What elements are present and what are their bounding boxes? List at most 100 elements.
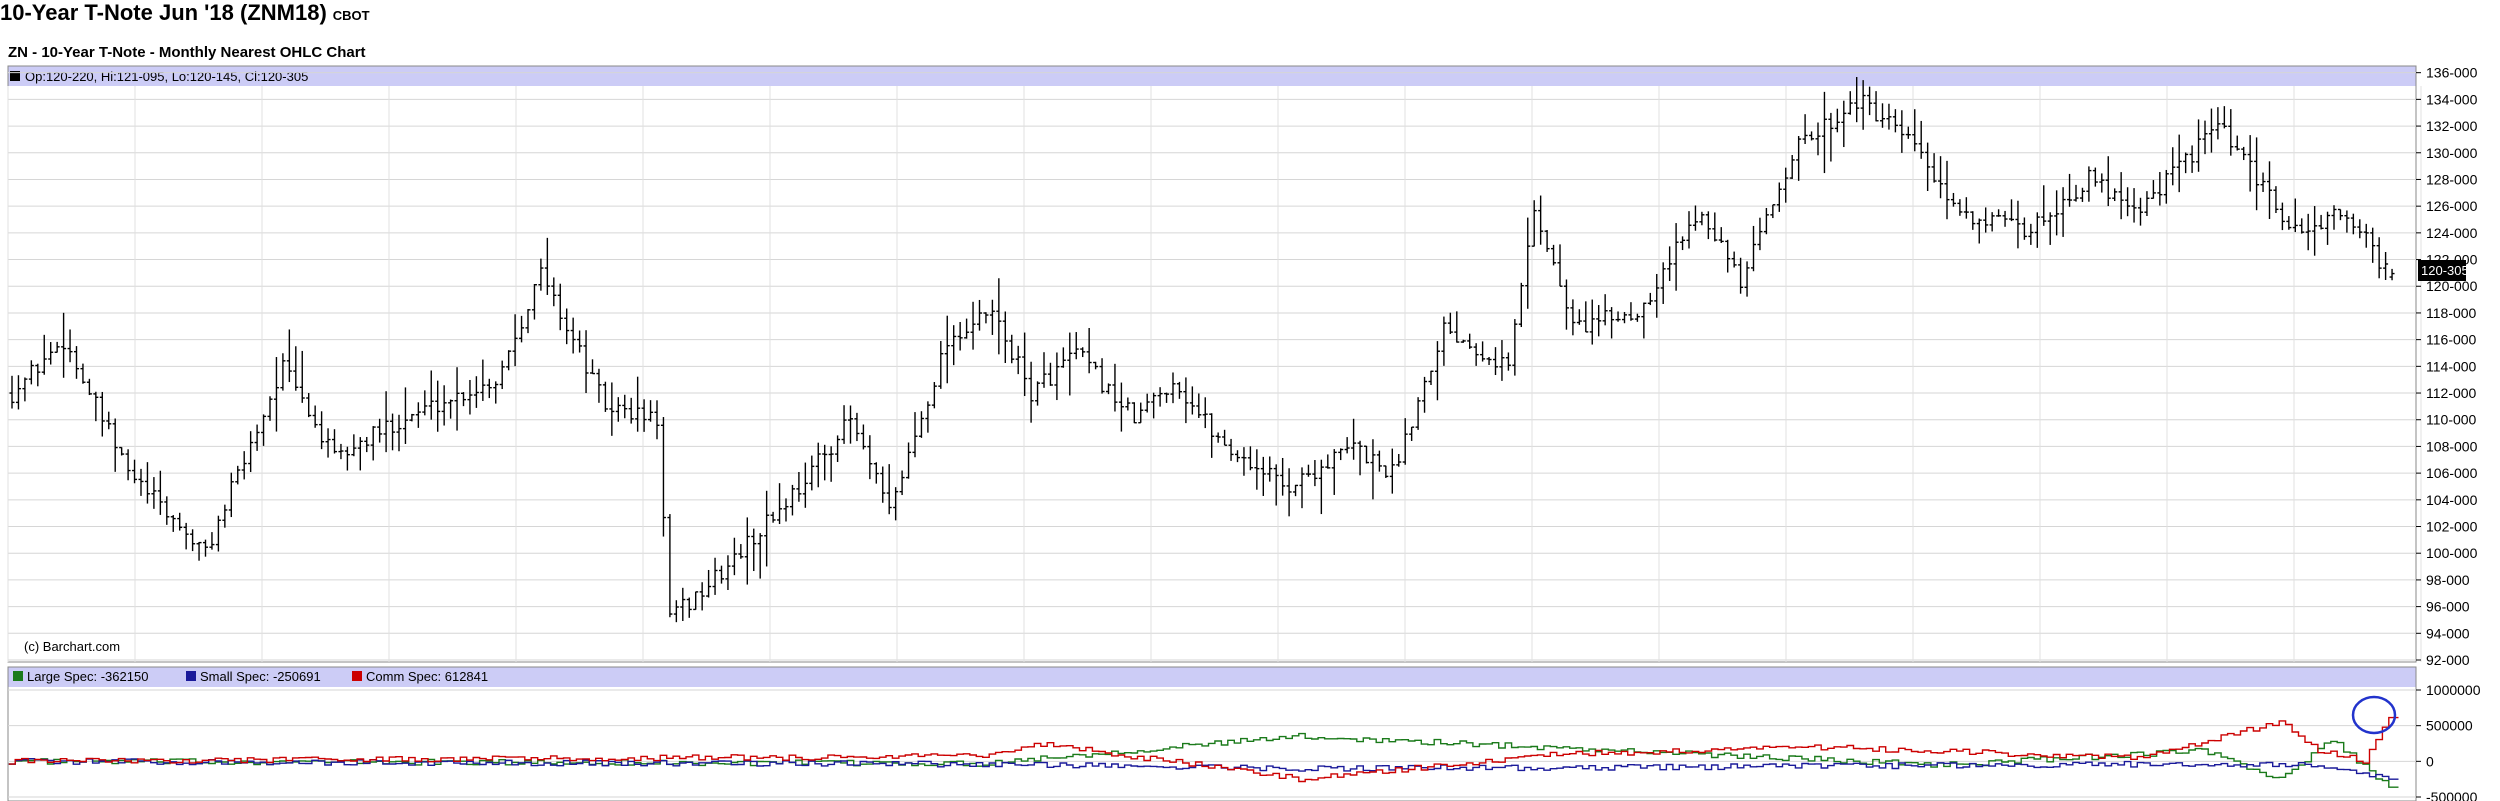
ohlc-bar (660, 417, 666, 537)
ohlc-bar (293, 346, 299, 391)
ohlc-bar (15, 375, 21, 410)
ohlc-bar (306, 393, 312, 418)
ohlc-bar (2318, 214, 2324, 230)
ohlc-bar (1899, 110, 1905, 153)
ohlc-bar (132, 459, 138, 484)
ohlc-bar (519, 315, 525, 343)
ohlc-bar (2196, 119, 2202, 172)
price-tick-label: 96-000 (2426, 599, 2470, 615)
ohlc-bar (706, 569, 712, 598)
ohlc-bar (2383, 251, 2389, 280)
ohlc-bar (938, 341, 944, 389)
ohlc-bar (351, 434, 357, 457)
ohlc-bar (570, 317, 576, 354)
price-tick-label: 104-000 (2426, 492, 2478, 508)
ohlc-bar (2067, 173, 2073, 207)
ohlc-bar (28, 360, 34, 385)
ohlc-bar (2376, 237, 2382, 279)
ohlc-bar (1983, 207, 1989, 233)
ohlc-bar (918, 411, 924, 438)
ohlc-bar (841, 405, 847, 444)
ohlc-bar (2221, 106, 2227, 129)
ohlc-bar (1041, 352, 1047, 388)
ohlc-bar (1376, 450, 1382, 472)
ohlc-bar (880, 466, 886, 503)
ohlc-bar (344, 446, 350, 471)
ohlc-bar (248, 431, 254, 473)
cot-axis: 1000000 500000 0 -500000 (2416, 682, 2481, 801)
ohlc-bar (454, 367, 460, 431)
ohlc-bar (757, 533, 763, 579)
ohlc-bar (1512, 319, 1518, 376)
ohlc-bar (1589, 299, 1595, 345)
ohlc-bar (1286, 468, 1292, 517)
ohlc-bar (970, 301, 976, 350)
cot-tick-label: -500000 (2426, 789, 2478, 801)
price-tick-label: 106-000 (2426, 465, 2478, 481)
ohlc-bar (22, 377, 28, 402)
ohlc-bar (357, 437, 363, 471)
ohlc-bar (2357, 219, 2363, 239)
ohlc-bar (1957, 199, 1963, 216)
ohlc-bar (170, 515, 176, 532)
ohlc-bar (1789, 155, 1795, 179)
ohlc-bar (1505, 352, 1511, 371)
ohlc-bar (9, 375, 15, 409)
ohlc-bar (125, 449, 131, 481)
ohlc-bar (222, 504, 228, 528)
ohlc-bar (254, 424, 260, 451)
ohlc-bar (1938, 156, 1944, 199)
ohlc-bar (1486, 356, 1492, 366)
ohlc-bar (157, 470, 163, 515)
ohlc-bar (1215, 432, 1221, 443)
ohlc-bar (1821, 91, 1827, 174)
ohlc-bar (325, 428, 331, 458)
ohlc-bar (596, 368, 602, 403)
ohlc-bar (1125, 397, 1131, 411)
ohlc-bar (1318, 459, 1324, 515)
ohlc-bar (1744, 261, 1750, 297)
ohlc-bar (2125, 187, 2131, 217)
ohlc-bar (61, 312, 67, 378)
ohlc-bar (2189, 145, 2195, 173)
ohlc-bar (1422, 376, 1428, 413)
ohlc-bar (1112, 363, 1118, 412)
ohlc-bar (2279, 202, 2285, 231)
cot-tick-label: 0 (2426, 753, 2434, 769)
ohlc-bar (2363, 223, 2369, 248)
ohlc-bar (1331, 449, 1337, 495)
price-tick-label: 92-000 (2426, 652, 2470, 668)
ohlc-bar (370, 426, 376, 461)
ohlc-bar (822, 444, 828, 481)
ohlc-bar (1415, 397, 1421, 430)
ohlc-bar (2009, 199, 2014, 222)
ohlc-bar (1099, 358, 1105, 394)
ohlc-bar (1022, 332, 1028, 397)
ohlc-bar (1106, 383, 1111, 395)
ohlc-bar (2273, 186, 2279, 214)
ohlc-bar (2150, 180, 2156, 199)
ohlc-bar (1860, 80, 1866, 130)
ohlc-bar (2183, 152, 2189, 174)
ohlc-bar (461, 392, 466, 407)
ohlc-bar (1060, 347, 1066, 368)
ohlc-bar (364, 436, 370, 453)
ohlc-bar (854, 412, 860, 442)
ohlc-bar (996, 278, 1002, 355)
ohlc-bar (2176, 134, 2182, 193)
ohlc-bar (196, 541, 202, 561)
ohlc-bar (280, 353, 286, 391)
ohlc-bar (235, 465, 241, 485)
ohlc-bar (1892, 109, 1898, 133)
ohlc-bar (712, 557, 718, 595)
ohlc-bar (1080, 347, 1086, 358)
ohlc-bar (2325, 211, 2331, 245)
ohlc-bar (2099, 173, 2105, 193)
ohlc-bar (286, 329, 292, 383)
ohlc-bar (2331, 205, 2337, 230)
ohlc-bar (2344, 210, 2350, 233)
ohlc-bar (1247, 446, 1253, 471)
ohlc-bar (1338, 448, 1344, 461)
ohlc-bar (1783, 167, 1789, 203)
ohlc-bar (1989, 212, 1995, 232)
